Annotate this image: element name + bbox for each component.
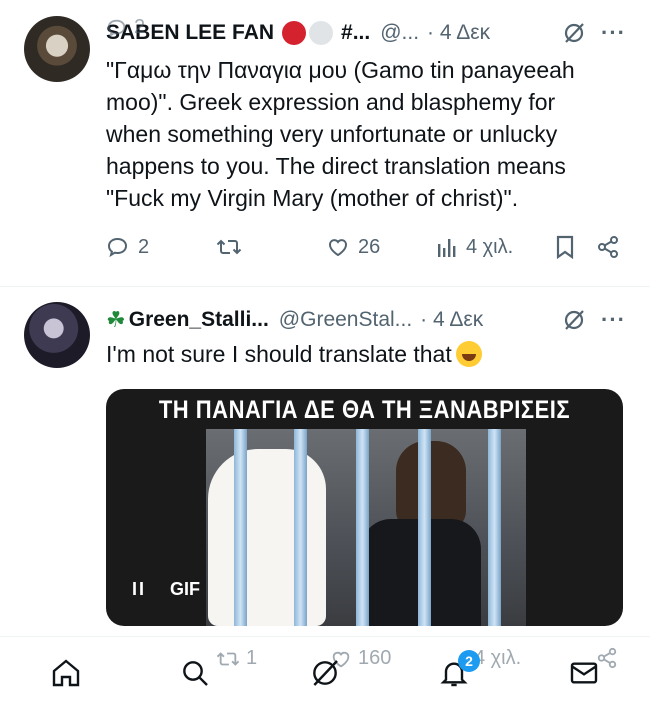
bookmark-icon	[556, 235, 574, 259]
reply-button[interactable]: 2	[106, 16, 145, 39]
like-count: 26	[358, 235, 381, 258]
gif-hand	[208, 449, 326, 626]
share-button[interactable]	[596, 235, 626, 259]
jail-bar	[356, 429, 369, 626]
reply-count: 2	[138, 235, 150, 258]
jail-bar	[418, 429, 431, 626]
like-count: 160	[358, 647, 392, 669]
bookmark-button[interactable]	[554, 235, 596, 259]
red-circle-emoji	[282, 21, 307, 45]
views-icon	[438, 239, 456, 257]
display-name[interactable]: Green_Stalli...	[129, 308, 269, 332]
bottom-tab-bar: 1 160 4 χιλ. 2	[0, 636, 650, 723]
view-count: 4 χιλ.	[466, 235, 514, 258]
retweet-icon	[216, 651, 240, 666]
avatar[interactable]	[24, 302, 90, 368]
timestamp[interactable]: · 4 Δεκ	[427, 21, 490, 45]
grok-icon[interactable]	[561, 307, 587, 333]
more-options-icon[interactable]: ···	[601, 20, 626, 46]
tab-messages[interactable]	[562, 651, 606, 695]
tab-home[interactable]	[44, 651, 88, 695]
timestamp[interactable]: · 4 Δεκ	[420, 308, 483, 332]
like-button[interactable]: 26	[326, 235, 436, 259]
notification-badge: 2	[458, 650, 480, 672]
shamrock-icon: ☘	[106, 307, 126, 332]
gif-controls: II GIF	[132, 579, 200, 600]
user-handle[interactable]: @...	[380, 21, 419, 45]
reply-icon	[107, 19, 126, 37]
avatar[interactable]	[24, 16, 90, 82]
retweet-count: 1	[246, 647, 258, 669]
laughing-tears-emoji	[455, 341, 482, 367]
view-count: 4 χιλ.	[474, 647, 522, 669]
tweet[interactable]: ☘ Green_Stalli... @GreenStal... · 4 Δεκ …	[0, 288, 650, 648]
grok-icon	[313, 660, 338, 686]
gif-label: GIF	[170, 579, 201, 599]
tweet[interactable]: SABEN LEE FAN #... @... · 4 Δεκ ··· "Γαμ…	[0, 0, 650, 287]
white-circle-emoji	[309, 21, 334, 45]
grok-icon[interactable]	[561, 20, 587, 46]
reply-icon	[107, 237, 128, 258]
tweet-header: ☘ Green_Stalli... @GreenStal... · 4 Δεκ …	[106, 303, 626, 337]
reply-button[interactable]: 2	[106, 235, 216, 259]
gif-media[interactable]: ΤΗ ΠΑΝΑΓΙΑ ΔΕ ΘΑ ΤΗ ΞΑΝΑΒΡΙΣΕΙΣ II GIF	[106, 389, 623, 626]
messages-icon	[570, 662, 598, 684]
display-name-hashtag: #...	[341, 21, 371, 44]
retweet-button[interactable]: 1	[216, 647, 257, 670]
tweet-header: SABEN LEE FAN #... @... · 4 Δεκ ···	[106, 16, 626, 50]
tweet-actions: 2 26 4 χιλ.	[106, 230, 626, 264]
tweet-text-content: I'm not sure I should translate that	[106, 341, 452, 367]
share-icon	[598, 236, 618, 258]
jail-bar	[294, 429, 307, 626]
user-handle[interactable]: @GreenStal...	[279, 308, 412, 332]
gif-caption: ΤΗ ΠΑΝΑΓΙΑ ΔΕ ΘΑ ΤΗ ΞΑΝΑΒΡΙΣΕΙΣ	[158, 395, 571, 424]
home-icon	[52, 659, 80, 687]
more-options-icon[interactable]: ···	[601, 307, 626, 333]
tab-search[interactable]	[173, 651, 217, 695]
reply-count: 2	[134, 16, 146, 38]
tweet-text: "Γαμω την Παναγια μου (Gamo tin panayeea…	[106, 57, 575, 211]
jail-bar	[234, 429, 247, 626]
retweet-button[interactable]	[216, 235, 326, 259]
heart-icon	[329, 239, 347, 257]
views-button[interactable]: 4 χιλ.	[436, 236, 554, 259]
retweet-icon	[216, 239, 242, 255]
search-icon	[183, 661, 208, 686]
tweet-text: I'm not sure I should translate that	[106, 338, 614, 370]
pause-button[interactable]: II	[132, 579, 146, 600]
gif-person-head	[396, 441, 466, 531]
jail-bar	[488, 429, 501, 626]
tab-grok[interactable]	[303, 651, 347, 695]
